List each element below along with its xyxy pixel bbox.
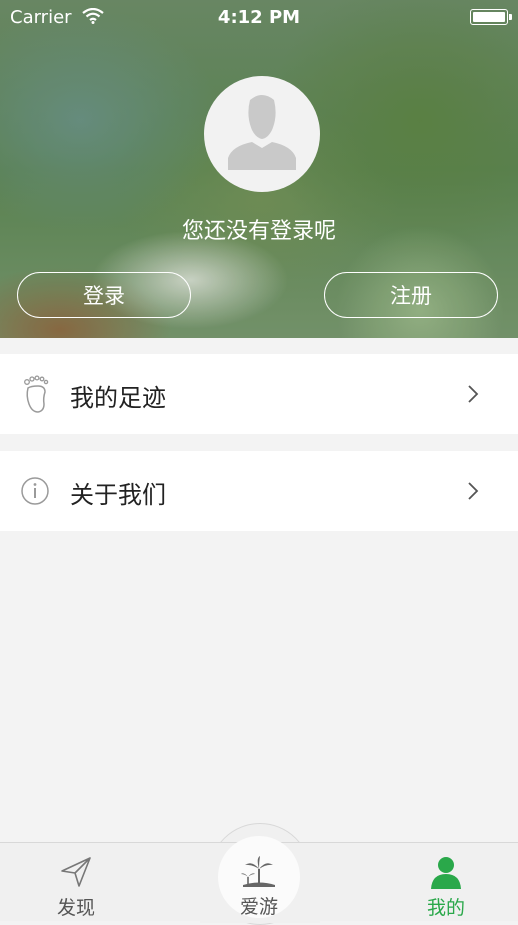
tab-discover[interactable]: 发现 (26, 843, 126, 921)
avatar[interactable] (204, 76, 320, 192)
default-avatar-icon (228, 95, 296, 170)
menu-item-label: 我的足迹 (70, 384, 166, 412)
person-icon (431, 857, 461, 889)
battery-icon (470, 9, 512, 25)
menu-item-footprints[interactable]: 我的足迹 (0, 354, 518, 434)
palm-island-icon (240, 855, 278, 893)
status-time: 4:12 PM (217, 7, 301, 28)
paper-plane-icon (61, 857, 91, 887)
chevron-right-icon (466, 481, 480, 505)
info-icon (20, 471, 52, 511)
footprint-icon (20, 374, 52, 414)
tab-label: 爱游 (239, 896, 278, 918)
menu-item-about-us[interactable]: 关于我们 (0, 451, 518, 531)
tab-label: 我的 (426, 897, 465, 919)
status-bar: Carrier 4:12 PM (0, 0, 518, 34)
register-button[interactable]: 注册 (324, 272, 498, 318)
chevron-right-icon (466, 384, 480, 408)
login-prompt: 您还没有登录呢 (181, 219, 336, 244)
menu-item-label: 关于我们 (70, 481, 166, 509)
login-button[interactable]: 登录 (17, 272, 191, 318)
tab-mine[interactable]: 我的 (396, 843, 496, 921)
tab-label: 发现 (56, 897, 95, 919)
